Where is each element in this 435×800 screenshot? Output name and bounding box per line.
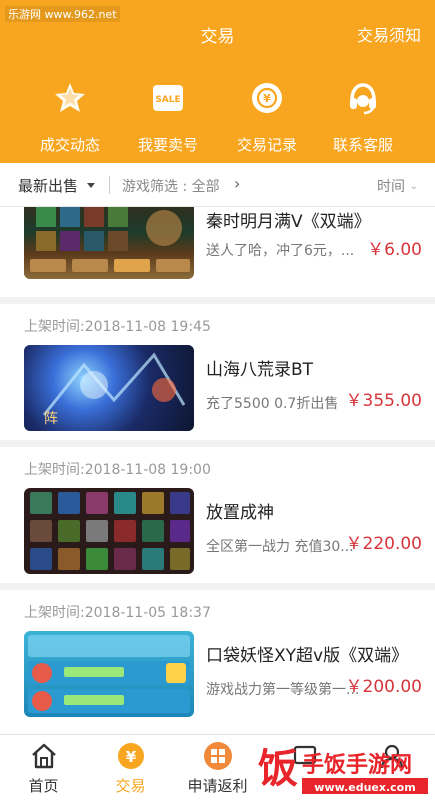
chevron-right-icon: › bbox=[234, 174, 241, 193]
star-icon bbox=[55, 83, 85, 112]
game-thumbnail: 阵 bbox=[24, 345, 194, 431]
quick-actions: 成交动态 SALE 我要卖号 ¥ 交易记录 联系客服 bbox=[0, 80, 435, 160]
quick-customer-service[interactable]: 联系客服 bbox=[308, 80, 418, 155]
listing-price: ￥200.00 bbox=[345, 677, 422, 697]
game-name: 秦时明月满V《双端》 bbox=[206, 212, 371, 232]
chevron-down-icon: ⌄ bbox=[409, 181, 418, 192]
listing-time: 上架时间:2018-11-08 19:45 bbox=[24, 319, 211, 335]
brand-watermark-logo: 饭 手饭手游网 www.eduex.com bbox=[258, 746, 428, 794]
game-thumbnail bbox=[24, 631, 194, 717]
tab-rebate[interactable]: 申请返利 bbox=[174, 735, 261, 800]
listing-time: 上架时间:2018-11-08 19:00 bbox=[24, 462, 211, 478]
svg-text:饭: 饭 bbox=[258, 746, 298, 792]
tab-label: 交易 bbox=[115, 777, 146, 795]
yen-icon: ¥ bbox=[117, 743, 144, 769]
svg-text:¥: ¥ bbox=[125, 748, 136, 766]
quick-label: 我要卖号 bbox=[137, 136, 198, 154]
tab-label: 首页 bbox=[28, 777, 59, 795]
svg-text:阵: 阵 bbox=[44, 411, 58, 427]
tab-label: 申请返利 bbox=[187, 777, 248, 795]
game-name: 放置成神 bbox=[206, 503, 274, 523]
listing-card[interactable]: 上架时间:2018-11-05 18:37 口袋妖怪XY超v版《双端》 游戏战力… bbox=[0, 590, 435, 734]
sale-tag-icon: SALE bbox=[153, 85, 183, 111]
headset-icon bbox=[350, 83, 376, 115]
quick-sell-account[interactable]: SALE 我要卖号 bbox=[113, 80, 223, 155]
game-filter-button[interactable]: 游戏筛选 : 全部 bbox=[122, 176, 220, 196]
game-thumbnail bbox=[24, 488, 194, 574]
game-thumbnail bbox=[24, 207, 194, 279]
svg-text:手饭手游网: 手饭手游网 bbox=[302, 752, 412, 778]
header-bar: 乐游网 www.962.net 交易 交易须知 成交动态 SALE 我要卖号 ¥ bbox=[0, 0, 435, 163]
dropdown-caret-icon bbox=[87, 183, 95, 188]
game-name: 口袋妖怪XY超v版《双端》 bbox=[206, 646, 409, 666]
listing-price: ￥220.00 bbox=[345, 534, 422, 554]
quick-trade-records[interactable]: ¥ 交易记录 bbox=[212, 80, 322, 155]
coin-record-icon: ¥ bbox=[252, 83, 282, 113]
listing-card[interactable]: 上架时间:2018-11-08 19:45 阵 山海八荒录BT 充了5500 0… bbox=[0, 304, 435, 440]
quick-label: 联系客服 bbox=[332, 136, 393, 154]
svg-text:SALE: SALE bbox=[155, 95, 180, 105]
listing-price: ￥355.00 bbox=[345, 391, 422, 411]
rebate-icon bbox=[203, 742, 232, 770]
time-sort-button[interactable]: 时间 bbox=[377, 176, 405, 196]
svg-text:www.eduex.com: www.eduex.com bbox=[314, 781, 415, 794]
svg-text:¥: ¥ bbox=[263, 92, 271, 105]
quick-label: 交易记录 bbox=[236, 136, 297, 154]
listing-card[interactable]: 秦时明月满V《双端》 送人了哈，冲了6元，... ￥6.00 bbox=[0, 207, 435, 297]
tab-home[interactable]: 首页 bbox=[0, 735, 87, 800]
filter-bar: 最新出售 游戏筛选 : 全部 › 时间 ⌄ bbox=[0, 163, 435, 207]
site-watermark: 乐游网 www.962.net bbox=[5, 6, 120, 22]
listing-description: 游戏战力第一等级第一... bbox=[206, 682, 360, 698]
listing-card[interactable]: 上架时间:2018-11-08 19:00 放置成神 全区第一战力 充值30..… bbox=[0, 447, 435, 583]
listing-description: 全区第一战力 充值30... bbox=[206, 539, 354, 555]
game-name: 山海八荒录BT bbox=[206, 360, 314, 380]
listing-description: 充了5500 0.7折出售 bbox=[206, 396, 339, 412]
tab-trade[interactable]: ¥ 交易 bbox=[87, 735, 174, 800]
trade-notice-link[interactable]: 交易须知 bbox=[357, 22, 421, 46]
divider bbox=[109, 176, 110, 194]
sort-dropdown[interactable]: 最新出售 bbox=[18, 175, 78, 196]
listing-description: 送人了哈，冲了6元，... bbox=[206, 243, 355, 259]
home-icon bbox=[31, 743, 56, 769]
listing-list[interactable]: 秦时明月满V《双端》 送人了哈，冲了6元，... ￥6.00 上架时间:2018… bbox=[0, 207, 435, 734]
quick-deal-news[interactable]: 成交动态 bbox=[15, 80, 125, 155]
listing-time: 上架时间:2018-11-05 18:37 bbox=[24, 605, 211, 621]
listing-price: ￥6.00 bbox=[367, 240, 422, 260]
quick-label: 成交动态 bbox=[39, 136, 100, 154]
